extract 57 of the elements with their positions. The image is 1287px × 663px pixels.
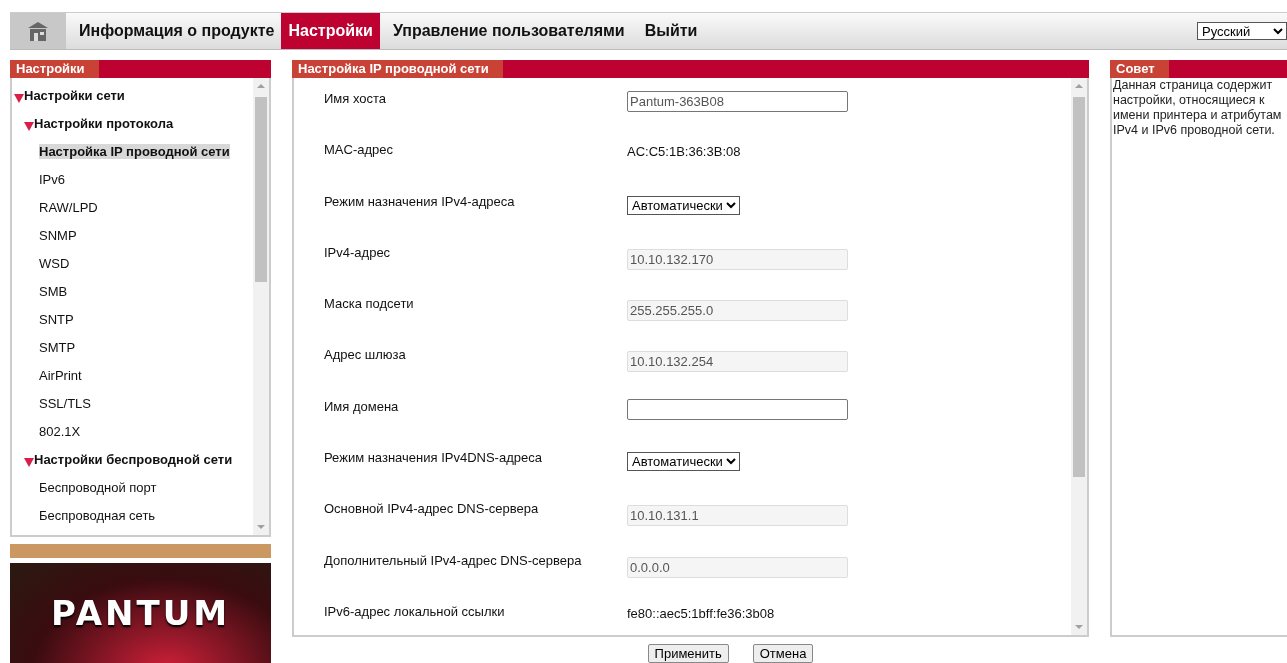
field-label: Дополнительный IPv4-адрес DNS-сервера (324, 552, 583, 568)
tree-item[interactable]: Беспроводная сеть (39, 507, 156, 523)
triangle-icon[interactable] (24, 121, 34, 131)
tree-item[interactable]: IPv6 (39, 171, 65, 187)
tree-item[interactable]: Настройки протокола (34, 115, 174, 131)
panel-title: Настройка IP проводной сети (292, 60, 503, 78)
form-button[interactable]: Применить (647, 644, 729, 663)
readonly-field[interactable]: 10.10.131.1 (627, 505, 848, 527)
triangle-icon[interactable] (14, 93, 24, 103)
tree-item[interactable]: RAW/LPD (39, 199, 98, 215)
tree-item[interactable]: 802.1X (39, 423, 81, 439)
house-icon (27, 21, 49, 41)
tree-item[interactable]: AirPrint (39, 367, 82, 383)
language-select[interactable]: Русский (1197, 22, 1287, 40)
tip-text: Данная страница содержит настройки, относящиеся к имени принтера и атрибутам IPv4 и IPv6 проводной сети. (1112, 78, 1283, 138)
field-label: Маска подсети (324, 296, 415, 312)
field-label: IPv6-адрес локальной ссылки (324, 603, 506, 619)
form-button[interactable]: Отмена (752, 644, 814, 663)
mode-select[interactable]: Автоматически (627, 195, 740, 215)
tree-item[interactable]: WSD (39, 255, 70, 271)
text-field[interactable]: Pantum-363B08 (627, 91, 848, 112)
text-field[interactable] (627, 398, 848, 420)
field-label: Имя хоста (324, 91, 388, 106)
field-value: AC:C5:1B:36:3B:08 (627, 144, 741, 160)
readonly-field[interactable]: 10.10.132.170 (627, 248, 848, 270)
tree-item[interactable]: Настройка IP проводной сети (39, 143, 230, 159)
nav-tab[interactable]: Управление пользователями (385, 13, 632, 49)
panel-title: Совет (1110, 60, 1169, 78)
field-label: Имя домена (324, 398, 400, 414)
readonly-field[interactable]: 10.10.132.254 (627, 351, 848, 373)
field-label: MAC-адрес (324, 142, 394, 158)
tree-item[interactable]: Беспроводной порт (39, 479, 157, 495)
tree-item[interactable]: SNMP (39, 227, 77, 243)
tree-item[interactable]: SMB (39, 283, 68, 299)
triangle-icon[interactable] (24, 457, 34, 467)
panel-title: Настройки (10, 60, 99, 78)
home-button[interactable] (10, 13, 66, 49)
field-label: Адрес шлюза (324, 347, 407, 363)
field-label: Режим назначения IPv4DNS-адреса (324, 450, 543, 466)
scrollbar[interactable] (1071, 78, 1087, 635)
nav-tab[interactable]: Настройки (281, 13, 380, 49)
scrollbar[interactable] (253, 78, 269, 535)
field-value: fe80::aec5:1bff:fe36:3b08 (627, 605, 775, 621)
mode-select[interactable]: Автоматически (627, 452, 740, 472)
tree-item[interactable]: SNTP (39, 311, 74, 327)
tree-item[interactable]: SMTP (39, 339, 76, 355)
field-label: IPv4-адрес (324, 244, 392, 260)
logo-text: PANTUM (50, 593, 231, 633)
tree-item[interactable]: SSL/TLS (39, 395, 92, 411)
nav-tab[interactable]: Выйти (637, 13, 705, 49)
field-label: Основной IPv4-адрес DNS-сервера (324, 501, 540, 517)
tree-item[interactable]: Настройки беспроводной сети (34, 451, 233, 467)
readonly-field[interactable]: 0.0.0.0 (627, 556, 848, 578)
tree-item[interactable]: Настройки сети (24, 87, 125, 103)
field-label: Режим назначения IPv4-адреса (324, 193, 516, 209)
nav-tab[interactable]: Информация о продукте (72, 13, 282, 49)
readonly-field[interactable]: 255.255.255.0 (627, 300, 848, 322)
